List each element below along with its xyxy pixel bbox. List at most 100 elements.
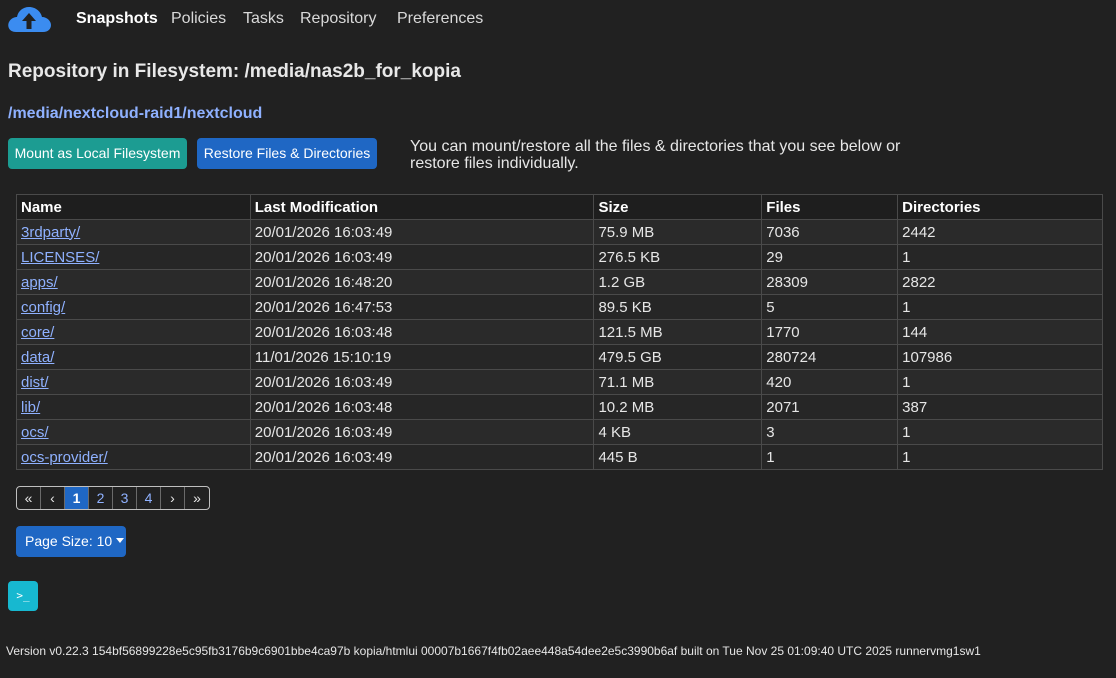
cell-size: 4 KB [593,419,763,445]
cell-size: 71.1 MB [593,369,763,395]
table-row: data/11/01/2026 15:10:19 479.5 GB 280724 10… [16,344,1103,370]
navbar: Snapshots Policies Tasks Repository Pref… [0,0,1116,40]
cell-directories: 1 [897,444,1103,470]
column-header-last-modification[interactable]: Last Modification [249,194,595,220]
directory-link[interactable]: 3rdparty/ [21,224,80,241]
cell-directories: 1 [897,369,1103,395]
table-row: lib/20/01/2026 16:03:48 10.2 MB 2071 387 [16,394,1103,420]
cell-last-modification: 20/01/2026 16:03:49 [249,419,595,445]
directory-link[interactable]: LICENSES/ [21,249,99,266]
cell-files: 280724 [761,344,899,370]
cell-directories: 1 [897,244,1103,270]
terminal-button[interactable]: >_ [8,581,38,611]
nav-tasks[interactable]: Tasks [243,10,284,28]
cell-directories: 107986 [897,344,1103,370]
cell-directories: 1 [897,419,1103,445]
table-row: 3rdparty/20/01/2026 16:03:49 75.9 MB 7036 2… [16,219,1103,245]
last-page-button[interactable]: » [185,487,209,509]
directory-link[interactable]: config/ [21,299,65,316]
version-info: Version v0.22.3 154bf56899228e5c95fb3176… [6,644,981,658]
cell-files: 28309 [761,269,899,295]
cell-directories: 387 [897,394,1103,420]
column-header-files[interactable]: Files [761,194,899,220]
column-header-size[interactable]: Size [593,194,763,220]
directory-link[interactable]: dist/ [21,374,49,391]
cell-files: 29 [761,244,899,270]
cell-directories: 2442 [897,219,1103,245]
nav-repository[interactable]: Repository [300,10,376,28]
table-header-row: Name Last Modification Size Files Direct… [16,194,1103,220]
cell-size: 445 B [593,444,763,470]
cell-directories: 144 [897,319,1103,345]
page-3-button[interactable]: 3 [113,487,137,509]
cell-name: ocs/ [16,419,251,445]
cell-files: 2071 [761,394,899,420]
cell-size: 276.5 KB [593,244,763,270]
cell-files: 7036 [761,219,899,245]
cell-last-modification: 11/01/2026 15:10:19 [249,344,595,370]
mount-filesystem-button[interactable]: Mount as Local Filesystem [8,138,187,169]
table-row: apps/20/01/2026 16:48:20 1.2 GB 28309 2822 [16,269,1103,295]
page-4-button[interactable]: 4 [137,487,161,509]
cell-name: 3rdparty/ [16,219,251,245]
cell-files: 420 [761,369,899,395]
terminal-icon: >_ [16,589,30,602]
page-size-label: Page Size: 10 [25,533,113,549]
cell-name: lib/ [16,394,251,420]
page-1-button[interactable]: 1 [65,487,89,509]
cell-directories: 1 [897,294,1103,320]
pagination: « ‹ 1 2 3 4 › » [16,486,210,510]
repository-title: Repository in Filesystem: /media/nas2b_f… [8,61,461,82]
directory-link[interactable]: core/ [21,324,54,341]
cell-name: dist/ [16,369,251,395]
table-row: ocs-provider/20/01/2026 16:03:49 445 B11 [16,444,1103,470]
cell-size: 89.5 KB [593,294,763,320]
cell-name: data/ [16,344,251,370]
mount-restore-help-text: You can mount/restore all the files & di… [410,138,901,172]
previous-page-button[interactable]: ‹ [41,487,65,509]
nav-preferences[interactable]: Preferences [397,10,483,28]
table-body: 3rdparty/20/01/2026 16:03:49 75.9 MB 7036 2… [16,219,1103,470]
source-path-link[interactable]: /media/nextcloud-raid1/nextcloud [8,105,262,123]
cell-size: 10.2 MB [593,394,763,420]
next-page-button[interactable]: › [161,487,185,509]
table-row: dist/20/01/2026 16:03:49 71.1 MB 420 1 [16,369,1103,395]
directory-link[interactable]: ocs/ [21,424,49,441]
cell-last-modification: 20/01/2026 16:03:49 [249,219,595,245]
cell-name: core/ [16,319,251,345]
chevron-down-icon [116,538,125,543]
cell-last-modification: 20/01/2026 16:03:49 [249,244,595,270]
column-header-name[interactable]: Name [16,194,251,220]
page-2-button[interactable]: 2 [89,487,113,509]
cell-files: 1 [761,444,899,470]
directory-link[interactable]: lib/ [21,399,40,416]
cell-last-modification: 20/01/2026 16:03:49 [249,369,595,395]
restore-files-button[interactable]: Restore Files & Directories [197,138,377,169]
table-row: LICENSES/20/01/2026 16:03:49 276.5 KB 29 1 [16,244,1103,270]
cell-directories: 2822 [897,269,1103,295]
table-row: ocs/20/01/2026 16:03:49 4 KB 3 1 [16,419,1103,445]
nav-policies[interactable]: Policies [171,10,226,28]
cell-name: LICENSES/ [16,244,251,270]
nav-snapshots[interactable]: Snapshots [76,10,158,28]
cell-size: 1.2 GB [593,269,763,295]
cell-last-modification: 20/01/2026 16:48:20 [249,269,595,295]
cell-name: apps/ [16,269,251,295]
cell-last-modification: 20/01/2026 16:03:49 [249,444,595,470]
kopia-logo-icon[interactable] [6,4,52,36]
page-size-dropdown[interactable]: Page Size: 10 [16,526,126,557]
cell-files: 5 [761,294,899,320]
table-row: config/20/01/2026 16:47:53 89.5 KB 5 1 [16,294,1103,320]
cell-last-modification: 20/01/2026 16:03:48 [249,319,595,345]
cell-size: 121.5 MB [593,319,763,345]
cell-size: 75.9 MB [593,219,763,245]
cell-size: 479.5 GB [593,344,763,370]
cell-name: config/ [16,294,251,320]
directory-link[interactable]: apps/ [21,274,58,291]
column-header-directories[interactable]: Directories [897,194,1103,220]
first-page-button[interactable]: « [17,487,41,509]
directory-link[interactable]: data/ [21,349,54,366]
directory-link[interactable]: ocs-provider/ [21,449,108,466]
cell-last-modification: 20/01/2026 16:03:48 [249,394,595,420]
cell-last-modification: 20/01/2026 16:47:53 [249,294,595,320]
